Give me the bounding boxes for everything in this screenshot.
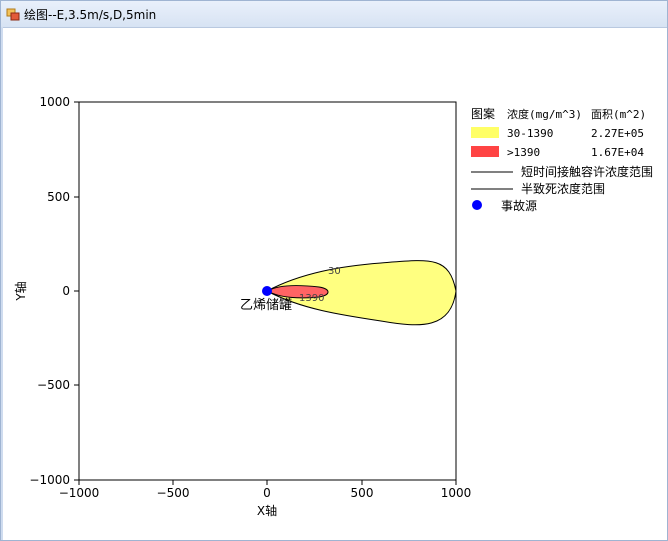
x-tick-label: 500 xyxy=(351,486,374,500)
legend-source-label: 事故源 xyxy=(501,198,537,213)
y-axis-label: Y轴 xyxy=(13,281,28,301)
contour-label-1390: 1390 xyxy=(299,293,324,304)
y-tick-label: −500 xyxy=(37,378,70,392)
y-axis: 1000 500 0 −500 −1000 Y轴 xyxy=(13,95,79,487)
legend-entry-label: 30-1390 xyxy=(507,127,553,140)
source-point[interactable] xyxy=(262,286,272,296)
x-tick-label: −500 xyxy=(157,486,190,500)
legend-swatch-yellow xyxy=(471,127,499,138)
legend-entry-area: 1.67E+04 xyxy=(591,146,644,159)
title-bar[interactable]: 绘图--E,3.5m/s,D,5min xyxy=(1,1,667,28)
x-tick-label: −1000 xyxy=(59,486,100,500)
x-axis: −1000 −500 0 500 1000 X轴 xyxy=(59,480,472,518)
source-label: 乙烯储罐 xyxy=(240,298,292,313)
contour-label-30: 30 xyxy=(328,266,341,277)
legend-header-area: 面积(m^2) xyxy=(591,108,646,121)
x-tick-label: 1000 xyxy=(441,486,472,500)
y-tick-label: 1000 xyxy=(39,95,70,109)
legend-header-concentration: 浓度(mg/m^3) xyxy=(507,107,582,121)
legend-source-marker xyxy=(472,200,482,210)
x-tick-label: 0 xyxy=(263,486,271,500)
legend-entry-area: 2.27E+05 xyxy=(591,127,644,140)
legend-entry-label: >1390 xyxy=(507,146,540,159)
legend-line-label: 半致死浓度范围 xyxy=(521,181,605,196)
plot-window: 绘图--E,3.5m/s,D,5min 30 1390 乙烯储罐 −1000 −… xyxy=(0,0,668,541)
app-icon xyxy=(6,8,20,21)
y-tick-label: −1000 xyxy=(29,473,70,487)
legend-swatch-red xyxy=(471,146,499,157)
legend-line-label: 短时间接触容许浓度范围 xyxy=(521,164,653,179)
legend-header-pattern: 图案 xyxy=(471,106,495,121)
y-tick-label: 0 xyxy=(62,284,70,298)
chart: 30 1390 乙烯储罐 −1000 −500 0 500 1000 X轴 10… xyxy=(13,95,653,518)
window-title: 绘图--E,3.5m/s,D,5min xyxy=(24,8,157,22)
y-tick-label: 500 xyxy=(47,190,70,204)
legend: 图案 浓度(mg/m^3) 面积(m^2) 30-1390 2.27E+05 >… xyxy=(471,106,653,213)
x-axis-label: X轴 xyxy=(257,503,277,518)
